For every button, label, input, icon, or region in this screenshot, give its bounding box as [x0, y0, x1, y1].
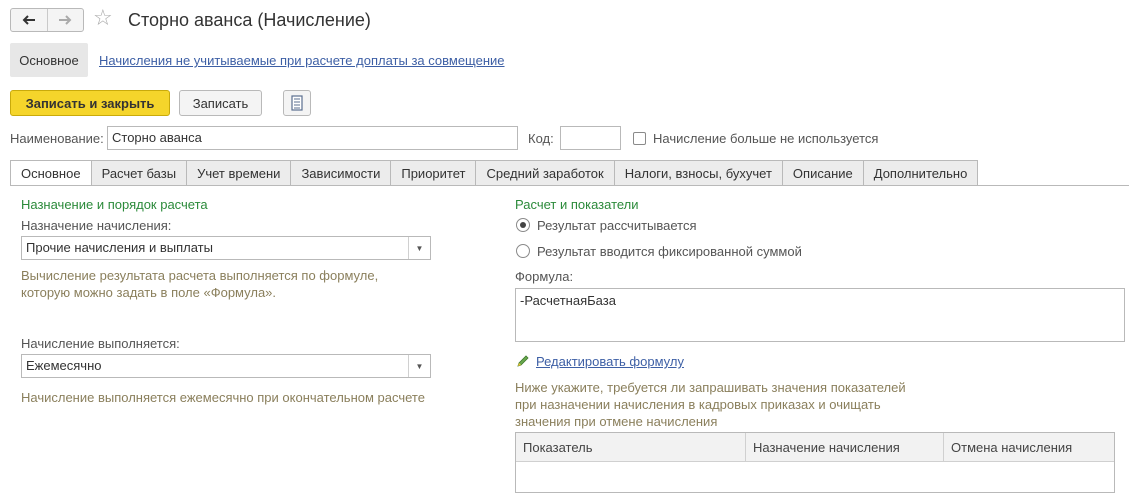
back-button[interactable]	[11, 9, 47, 31]
tab-main[interactable]: Основное	[10, 160, 92, 186]
not-used-checkbox[interactable]	[633, 132, 646, 145]
nav-main-section[interactable]: Основное	[10, 43, 88, 77]
pencil-icon	[516, 354, 530, 371]
tab-additional[interactable]: Дополнительно	[863, 160, 979, 186]
tab-base-calculation[interactable]: Расчет базы	[91, 160, 188, 186]
column-cancellation[interactable]: Отмена начисления	[944, 433, 1114, 461]
page-title: Сторно аванса (Начисление)	[128, 10, 371, 30]
purpose-select-value: Прочие начисления и выплаты	[26, 240, 213, 255]
tab-taxes[interactable]: Налоги, взносы, бухучет	[614, 160, 783, 186]
frequency-select-value: Ежемесячно	[26, 358, 102, 373]
forward-button[interactable]	[46, 9, 84, 31]
radio-calculated-label: Результат рассчитывается	[537, 218, 697, 233]
nav-link-excluded-accruals[interactable]: Начисления не учитываемые при расчете до…	[99, 53, 505, 68]
purpose-hint-line-1: Вычисление результата расчета выполняетс…	[21, 268, 379, 283]
chevron-down-icon[interactable]: ▼	[408, 355, 430, 377]
code-label: Код:	[528, 131, 554, 146]
tab-dependencies[interactable]: Зависимости	[291, 160, 392, 186]
indicators-hint-line-1: Ниже укажите, требуется ли запрашивать з…	[515, 380, 906, 395]
indicators-hint-line-2: при назначении начисления в кадровых при…	[515, 397, 881, 412]
section-title-purpose: Назначение и порядок расчета	[21, 197, 208, 212]
tab-average-earnings[interactable]: Средний заработок	[476, 160, 615, 186]
radio-calculated[interactable]	[516, 218, 530, 232]
tab-description[interactable]: Описание	[782, 160, 864, 186]
frequency-select[interactable]: Ежемесячно ▼	[21, 354, 431, 378]
name-input[interactable]: Сторно аванса	[107, 126, 518, 150]
column-purpose[interactable]: Назначение начисления	[746, 433, 944, 461]
purpose-label: Назначение начисления:	[21, 218, 172, 233]
radio-fixed[interactable]	[516, 244, 530, 258]
arrow-left-icon	[22, 15, 35, 25]
frequency-hint: Начисление выполняется ежемесячно при ок…	[21, 390, 425, 405]
tab-divider	[10, 185, 1129, 186]
tab-time-accounting[interactable]: Учет времени	[187, 160, 292, 186]
navigation-buttons	[10, 8, 84, 32]
purpose-select[interactable]: Прочие начисления и выплаты ▼	[21, 236, 431, 260]
indicators-table[interactable]: Показатель Назначение начисления Отмена …	[515, 432, 1115, 493]
section-title-calculation: Расчет и показатели	[515, 197, 639, 212]
tab-priority[interactable]: Приоритет	[391, 160, 477, 186]
table-header: Показатель Назначение начисления Отмена …	[516, 433, 1114, 462]
save-and-close-button[interactable]: Записать и закрыть	[10, 90, 170, 116]
arrow-right-icon	[59, 15, 72, 25]
edit-formula-link[interactable]: Редактировать формулу	[536, 354, 684, 369]
indicators-hint-line-3: значения при отмене начисления	[515, 414, 718, 429]
radio-selected-dot	[520, 222, 526, 228]
not-used-label: Начисление больше не используется	[653, 131, 879, 146]
document-list-icon	[291, 95, 303, 111]
name-label: Наименование:	[10, 131, 104, 146]
report-button[interactable]	[283, 90, 311, 116]
purpose-hint-line-2: которую можно задать в поле «Формула».	[21, 285, 277, 300]
tab-bar: Основное Расчет базы Учет времени Зависи…	[10, 160, 979, 186]
star-icon[interactable]: ☆	[93, 6, 113, 30]
code-input[interactable]	[560, 126, 621, 150]
formula-input[interactable]: -РасчетнаяБаза	[515, 288, 1125, 342]
column-indicator[interactable]: Показатель	[516, 433, 746, 461]
radio-fixed-label: Результат вводится фиксированной суммой	[537, 244, 802, 259]
frequency-label: Начисление выполняется:	[21, 336, 180, 351]
formula-label: Формула:	[515, 269, 574, 284]
save-button[interactable]: Записать	[179, 90, 262, 116]
chevron-down-icon[interactable]: ▼	[408, 237, 430, 259]
